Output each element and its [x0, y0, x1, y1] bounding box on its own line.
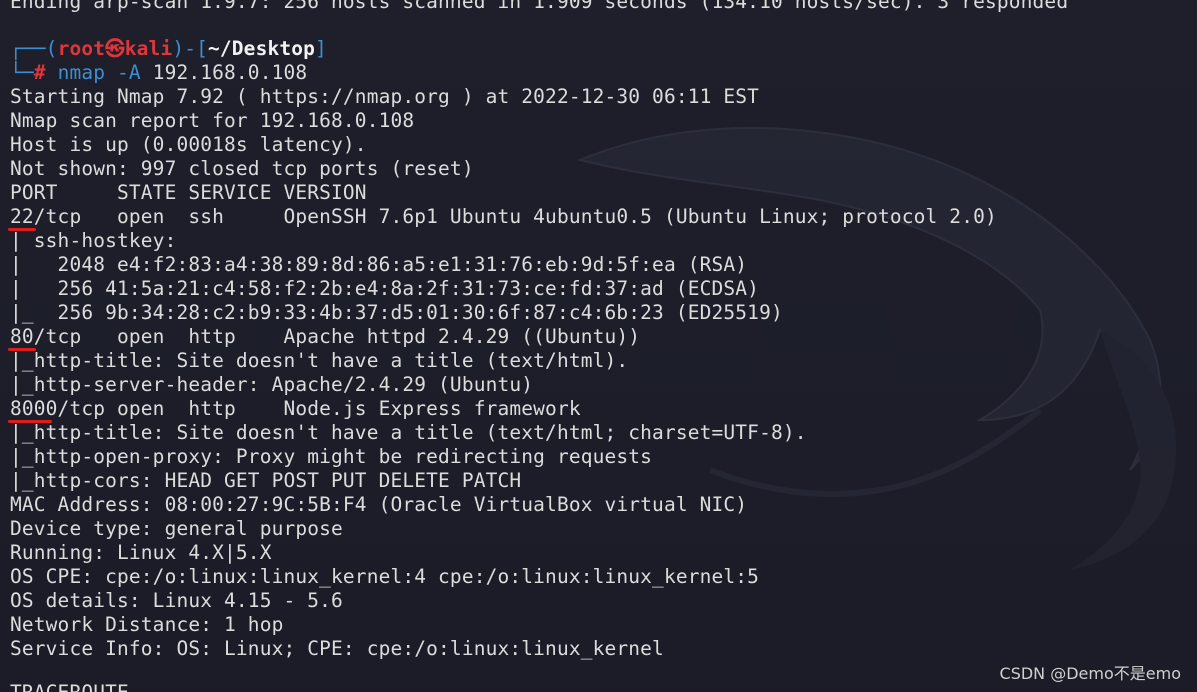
output-line: |_http-cors: HEAD GET POST PUT DELETE PA… [10, 469, 522, 492]
output-line: |_http-title: Site doesn't have a title … [10, 421, 807, 444]
prompt-bottom-left: └─ [10, 61, 34, 84]
prompt-line: ┌──(root㉿kali)-[~/Desktop] [10, 37, 327, 61]
prompt-end: ] [315, 37, 327, 60]
output-line: Starting Nmap 7.92 ( https://nmap.org ) … [10, 85, 760, 108]
output-line: Running: Linux 4.X|5.X [10, 541, 272, 564]
output-line: |_ 256 9b:34:28:c2:b9:33:4b:37:d5:01:30:… [10, 301, 783, 324]
prompt-top-left: ┌──( [10, 37, 58, 60]
output-line: Device type: general purpose [10, 517, 343, 540]
output-line: |_http-title: Site doesn't have a title … [10, 349, 629, 372]
output-line: |_http-server-header: Apache/2.4.29 (Ubu… [10, 373, 534, 396]
previous-output-line: Ending arp-scan 1.9.7: 256 hosts scanned… [10, 0, 1069, 13]
output-line: | 256 41:5a:21:c4:58:f2:2b:e4:8a:2f:31:7… [10, 277, 760, 300]
trailing-output-line: TRACEROUTE [10, 681, 129, 692]
output-line: PORT STATE SERVICE VERSION [10, 181, 367, 204]
prompt-middle: )-[ [172, 37, 209, 60]
output-line: Network Distance: 1 hop [10, 613, 284, 636]
output-line: |_http-open-proxy: Proxy might be redire… [10, 445, 653, 468]
output-line: 80/tcp open http Apache httpd 2.4.29 ((U… [10, 325, 641, 348]
prompt-user: root㉿kali [57, 37, 173, 60]
output-line: Service Info: OS: Linux; CPE: cpe:/o:lin… [10, 637, 664, 660]
output-line: | ssh-hostkey: [10, 229, 177, 252]
output-line: Host is up (0.00018s latency). [10, 133, 367, 156]
prompt-hash: # [33, 61, 46, 84]
command-flag: -A [117, 61, 141, 84]
output-line: 8000/tcp open http Node.js Express frame… [10, 397, 581, 420]
command-line[interactable]: └─# nmap -A 192.168.0.108 [10, 61, 307, 85]
output-line: OS details: Linux 4.15 - 5.6 [10, 589, 343, 612]
terminal-window[interactable]: Ending arp-scan 1.9.7: 256 hosts scanned… [0, 0, 1197, 692]
port-22-underline [8, 228, 36, 231]
command-name: nmap [57, 61, 106, 84]
output-line: 22/tcp open ssh OpenSSH 7.6p1 Ubuntu 4ub… [10, 205, 997, 228]
port-80-underline [8, 348, 36, 351]
output-line: MAC Address: 08:00:27:9C:5B:F4 (Oracle V… [10, 493, 748, 516]
kali-dragon-icon [576, 126, 1177, 570]
output-line: OS CPE: cpe:/o:linux:linux_kernel:4 cpe:… [10, 565, 760, 588]
port-8000-underline [8, 420, 52, 423]
watermark: CSDN @Demo不是emo [999, 664, 1181, 683]
prompt-cwd: ~/Desktop [208, 37, 316, 60]
output-line: Not shown: 997 closed tcp ports (reset) [10, 157, 474, 180]
output-line: | 2048 e4:f2:83:a4:38:89:8d:86:a5:e1:31:… [10, 253, 748, 276]
command-target: 192.168.0.108 [152, 61, 308, 84]
output-line: Nmap scan report for 192.168.0.108 [10, 109, 415, 132]
